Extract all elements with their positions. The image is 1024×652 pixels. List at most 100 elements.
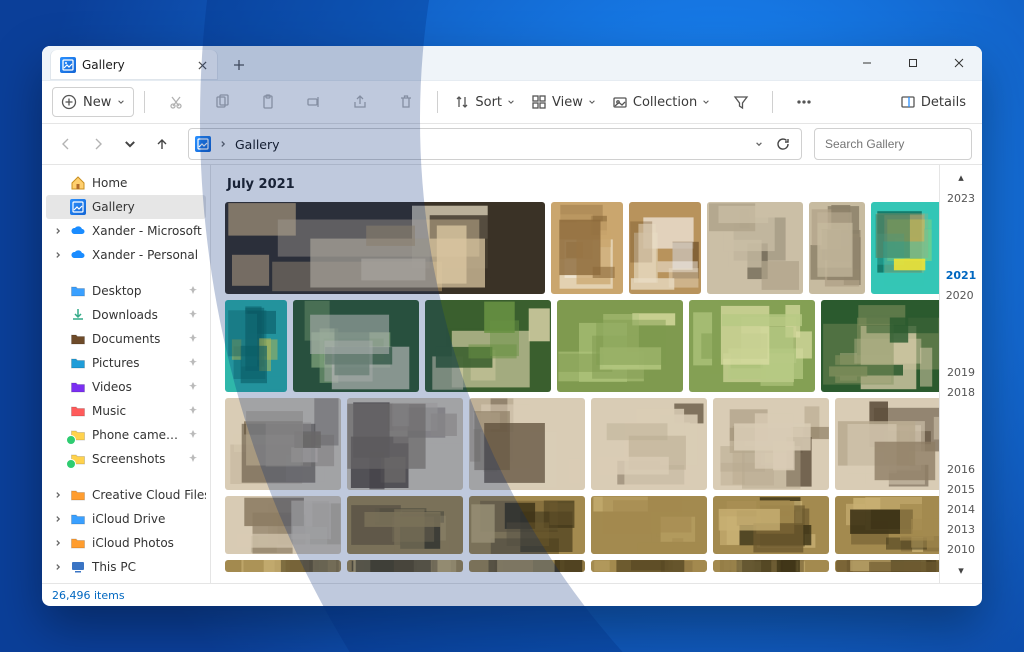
minimize-button[interactable] bbox=[844, 46, 890, 80]
timeline-year-2010[interactable]: 2010 bbox=[947, 540, 975, 560]
expand-icon[interactable] bbox=[52, 537, 64, 549]
back-button[interactable] bbox=[52, 130, 80, 158]
sort-button[interactable]: Sort bbox=[448, 87, 521, 117]
address-bar[interactable]: Gallery bbox=[188, 128, 802, 160]
sidebar-item-home[interactable]: Home bbox=[46, 171, 206, 195]
timeline-year-2015[interactable]: 2015 bbox=[947, 480, 975, 500]
sidebar-item-documents[interactable]: Documents bbox=[46, 327, 206, 351]
photo-thumbnail[interactable] bbox=[835, 496, 939, 554]
sidebar-item-creative-cloud-files[interactable]: Creative Cloud Files bbox=[46, 483, 206, 507]
sidebar-item-pictures[interactable]: Pictures bbox=[46, 351, 206, 375]
sidebar-item-xander-personal[interactable]: Xander - Personal bbox=[46, 243, 206, 267]
photo-thumbnail[interactable] bbox=[225, 202, 545, 294]
details-pane-button[interactable]: Details bbox=[894, 87, 972, 117]
photo-thumbnail[interactable] bbox=[591, 398, 707, 490]
photo-thumbnail[interactable] bbox=[591, 496, 707, 554]
recent-button[interactable] bbox=[116, 130, 144, 158]
photo-thumbnail[interactable] bbox=[835, 560, 939, 572]
sidebar-item-icloud-drive[interactable]: iCloud Drive bbox=[46, 507, 206, 531]
photo-thumbnail[interactable] bbox=[871, 202, 939, 294]
timeline-year-2021[interactable]: 2021 bbox=[946, 265, 977, 285]
timeline-down-icon[interactable]: ▾ bbox=[958, 564, 964, 577]
expand-icon[interactable] bbox=[52, 225, 64, 237]
photo-thumbnail[interactable] bbox=[713, 496, 829, 554]
tab-gallery[interactable]: Gallery bbox=[50, 50, 218, 80]
timeline-year-2023[interactable]: 2023 bbox=[947, 188, 975, 208]
sync-badge-icon bbox=[66, 459, 76, 469]
toolbar: New Sort View bbox=[42, 81, 982, 124]
filter-button[interactable] bbox=[720, 87, 762, 117]
expand-icon[interactable] bbox=[52, 489, 64, 501]
more-button[interactable] bbox=[783, 87, 825, 117]
photo-thumbnail[interactable] bbox=[469, 398, 585, 490]
photo-thumbnail[interactable] bbox=[835, 398, 939, 490]
photo-thumbnail[interactable] bbox=[551, 202, 623, 294]
copy-button[interactable] bbox=[201, 87, 243, 117]
photo-thumbnail[interactable] bbox=[713, 398, 829, 490]
photo-thumbnail[interactable] bbox=[225, 560, 341, 572]
maximize-button[interactable] bbox=[890, 46, 936, 80]
photo-thumbnail[interactable] bbox=[425, 300, 551, 392]
photo-thumbnail[interactable] bbox=[591, 560, 707, 572]
timeline-scrubber[interactable]: ▴ 2023 20212020 20192018 201620152014201… bbox=[939, 165, 982, 583]
new-tab-button[interactable] bbox=[224, 50, 254, 80]
photo-thumbnail[interactable] bbox=[689, 300, 815, 392]
timeline-year-2019[interactable]: 2019 bbox=[947, 363, 975, 383]
expand-icon[interactable] bbox=[52, 513, 64, 525]
breadcrumb[interactable]: Gallery bbox=[235, 137, 280, 152]
expand-icon[interactable] bbox=[52, 249, 64, 261]
timeline-year-2018[interactable]: 2018 bbox=[947, 383, 975, 403]
timeline-up-icon[interactable]: ▴ bbox=[958, 171, 964, 184]
sidebar-item-icloud-photos[interactable]: iCloud Photos bbox=[46, 531, 206, 555]
sidebar-item-screenshots[interactable]: Screenshots bbox=[46, 447, 206, 471]
photo-thumbnail[interactable] bbox=[713, 560, 829, 572]
photo-thumbnail[interactable] bbox=[557, 300, 683, 392]
sidebar-item-videos[interactable]: Videos bbox=[46, 375, 206, 399]
photo-thumbnail[interactable] bbox=[225, 496, 341, 554]
navbar: Gallery bbox=[42, 124, 982, 165]
photo-thumbnail[interactable] bbox=[629, 202, 701, 294]
collection-button[interactable]: Collection bbox=[606, 87, 716, 117]
cut-button[interactable] bbox=[155, 87, 197, 117]
sidebar-item-gallery[interactable]: Gallery bbox=[46, 195, 206, 219]
sidebar-item-music[interactable]: Music bbox=[46, 399, 206, 423]
window-close-button[interactable] bbox=[936, 46, 982, 80]
photo-thumbnail[interactable] bbox=[821, 300, 939, 392]
timeline-year-2014[interactable]: 2014 bbox=[947, 500, 975, 520]
sidebar-item-this-pc[interactable]: This PC bbox=[46, 555, 206, 579]
photo-thumbnail[interactable] bbox=[469, 560, 585, 572]
photo-thumbnail[interactable] bbox=[347, 560, 463, 572]
timeline-year-2020[interactable]: 2020 bbox=[946, 285, 977, 305]
photo-thumbnail[interactable] bbox=[809, 202, 865, 294]
photo-thumbnail[interactable] bbox=[469, 496, 585, 554]
address-dropdown-button[interactable] bbox=[755, 140, 763, 148]
tab-close-button[interactable] bbox=[194, 57, 210, 73]
sidebar-item-downloads[interactable]: Downloads bbox=[46, 303, 206, 327]
share-button[interactable] bbox=[339, 87, 381, 117]
refresh-button[interactable] bbox=[771, 130, 795, 158]
up-button[interactable] bbox=[148, 130, 176, 158]
photo-thumbnail[interactable] bbox=[347, 398, 463, 490]
view-button[interactable]: View bbox=[525, 87, 602, 117]
photo-thumbnail[interactable] bbox=[293, 300, 419, 392]
gallery-grid[interactable]: July 2021 bbox=[211, 165, 939, 583]
photo-thumbnail[interactable] bbox=[347, 496, 463, 554]
sidebar-item-xander-microsoft[interactable]: Xander - Microsoft bbox=[46, 219, 206, 243]
photo-thumbnail[interactable] bbox=[225, 300, 287, 392]
delete-button[interactable] bbox=[385, 87, 427, 117]
timeline-year-2016[interactable]: 2016 bbox=[947, 460, 975, 480]
search-input[interactable] bbox=[823, 136, 982, 152]
pin-icon bbox=[188, 308, 198, 322]
photo-thumbnail[interactable] bbox=[225, 398, 341, 490]
forward-button[interactable] bbox=[84, 130, 112, 158]
new-button[interactable]: New bbox=[52, 87, 134, 117]
paste-button[interactable] bbox=[247, 87, 289, 117]
timeline-year-2013[interactable]: 2013 bbox=[947, 520, 975, 540]
photo-thumbnail[interactable] bbox=[707, 202, 803, 294]
item-count: 26,496 items bbox=[52, 589, 125, 602]
search-box[interactable] bbox=[814, 128, 972, 160]
sidebar-item-phone-camera-roll[interactable]: Phone camera roll bbox=[46, 423, 206, 447]
expand-icon[interactable] bbox=[52, 561, 64, 573]
rename-button[interactable] bbox=[293, 87, 335, 117]
sidebar-item-desktop[interactable]: Desktop bbox=[46, 279, 206, 303]
